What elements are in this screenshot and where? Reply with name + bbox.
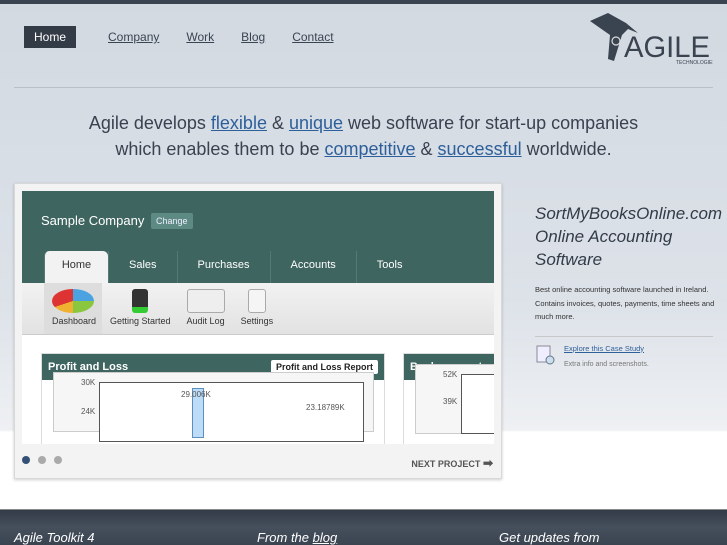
tab-tools: Tools — [355, 251, 423, 283]
link-flexible[interactable]: flexible — [211, 113, 267, 133]
data-label: 23.18789K — [306, 403, 345, 412]
case-study-link[interactable]: Explore this Case Study — [564, 344, 649, 353]
sub-label: Audit Log — [186, 316, 225, 326]
log-icon — [186, 289, 225, 313]
tagline: Agile develops flexible & unique web sof… — [0, 110, 727, 162]
pie-chart-icon — [52, 289, 94, 313]
sub-label: Dashboard — [52, 316, 97, 326]
dot-3[interactable] — [54, 456, 62, 464]
tab-purchases: Purchases — [176, 251, 270, 283]
footer: Agile Toolkit 4 From the blog Get update… — [0, 509, 727, 545]
bank-accounts-panel: Bank accounts 52K 39K — [403, 353, 494, 444]
footer-text: From the — [257, 530, 313, 545]
plot-area — [461, 374, 494, 434]
divider — [14, 87, 713, 88]
blog-link[interactable]: blog — [313, 530, 338, 545]
project-screenshot[interactable]: Sample Company Change Home Sales Purchas… — [22, 191, 494, 444]
plot-area — [99, 382, 364, 442]
project-slider: Sample Company Change Home Sales Purchas… — [14, 183, 502, 479]
next-project-button[interactable]: NEXT PROJECT ➡ — [411, 456, 493, 470]
sub-label: Getting Started — [110, 316, 171, 326]
nav-company[interactable]: Company — [108, 30, 159, 44]
tagline-text: & — [415, 139, 438, 159]
agile-logo[interactable]: AGILE TECHNOLOGIES — [588, 11, 713, 66]
sub-settings: Settings — [233, 283, 282, 334]
project-title: SortMyBooksOnline.com - Online Accountin… — [535, 204, 727, 269]
switch-icon — [247, 289, 266, 313]
main-nav: Home Company Work Blog Contact — [24, 26, 361, 48]
nav-work[interactable]: Work — [186, 30, 214, 44]
y-tick: 30K — [81, 378, 96, 387]
sub-getting-started: Getting Started — [102, 283, 179, 334]
pl-chart: 30K 24K 29.006K 23.18789K — [53, 372, 374, 442]
tab-home: Home — [44, 251, 108, 283]
sub-audit-log: Audit Log — [179, 283, 233, 334]
y-tick: 52K — [443, 370, 458, 379]
divider — [535, 335, 713, 337]
case-study-subtitle: Extra info and screenshots. — [564, 360, 649, 368]
project-description: Best online accounting software launched… — [535, 285, 715, 321]
tagline-text: Agile develops — [88, 113, 211, 133]
data-label: 29.006K — [181, 390, 211, 399]
tab-sales: Sales — [108, 251, 177, 283]
app-header: Sample Company Change Home Sales Purchas… — [22, 191, 494, 283]
footer-heading-toolkit: Agile Toolkit 4 — [14, 530, 95, 545]
y-tick: 39K — [443, 397, 458, 406]
link-successful[interactable]: successful — [438, 139, 522, 159]
traffic-light-icon — [132, 289, 149, 313]
slider-dots — [22, 456, 70, 464]
svg-text:TECHNOLOGIES: TECHNOLOGIES — [676, 60, 713, 66]
company-name: Sample Company — [41, 213, 145, 228]
tab-accounts: Accounts — [269, 251, 356, 283]
dot-1[interactable] — [22, 456, 30, 464]
arrow-right-icon: ➡ — [482, 456, 493, 470]
next-label: NEXT PROJECT — [411, 459, 481, 469]
sub-label: Settings — [240, 316, 274, 326]
tagline-text: web software for start-up companies — [343, 113, 639, 133]
link-competitive[interactable]: competitive — [324, 139, 415, 159]
app-tabs: Home Sales Purchases Accounts Tools — [44, 251, 422, 283]
document-search-icon — [536, 345, 555, 364]
footer-heading-updates: Get updates from — [499, 530, 600, 545]
project-info: SortMyBooksOnline.com - Online Accountin… — [535, 202, 727, 371]
tagline-text: worldwide. — [521, 139, 612, 159]
footer-heading-blog: From the blog — [257, 530, 337, 545]
bank-chart: 52K 39K — [415, 364, 494, 434]
tagline-text: which enables them to be — [115, 139, 325, 159]
change-button: Change — [151, 213, 193, 229]
nav-blog[interactable]: Blog — [241, 30, 265, 44]
profit-loss-panel: Profit and Loss Profit and Loss Report 30… — [41, 353, 385, 444]
sub-dashboard: Dashboard — [44, 283, 102, 334]
app-subnav: Dashboard Getting Started Audit Log Sett… — [22, 283, 494, 335]
top-bar — [0, 0, 727, 4]
nav-home[interactable]: Home — [24, 26, 77, 48]
case-study: Explore this Case Study Extra info and sc… — [535, 344, 725, 371]
y-tick: 24K — [81, 407, 96, 416]
link-unique[interactable]: unique — [289, 113, 343, 133]
tagline-text: & — [266, 113, 289, 133]
nav-contact[interactable]: Contact — [292, 30, 333, 44]
dot-2[interactable] — [38, 456, 46, 464]
